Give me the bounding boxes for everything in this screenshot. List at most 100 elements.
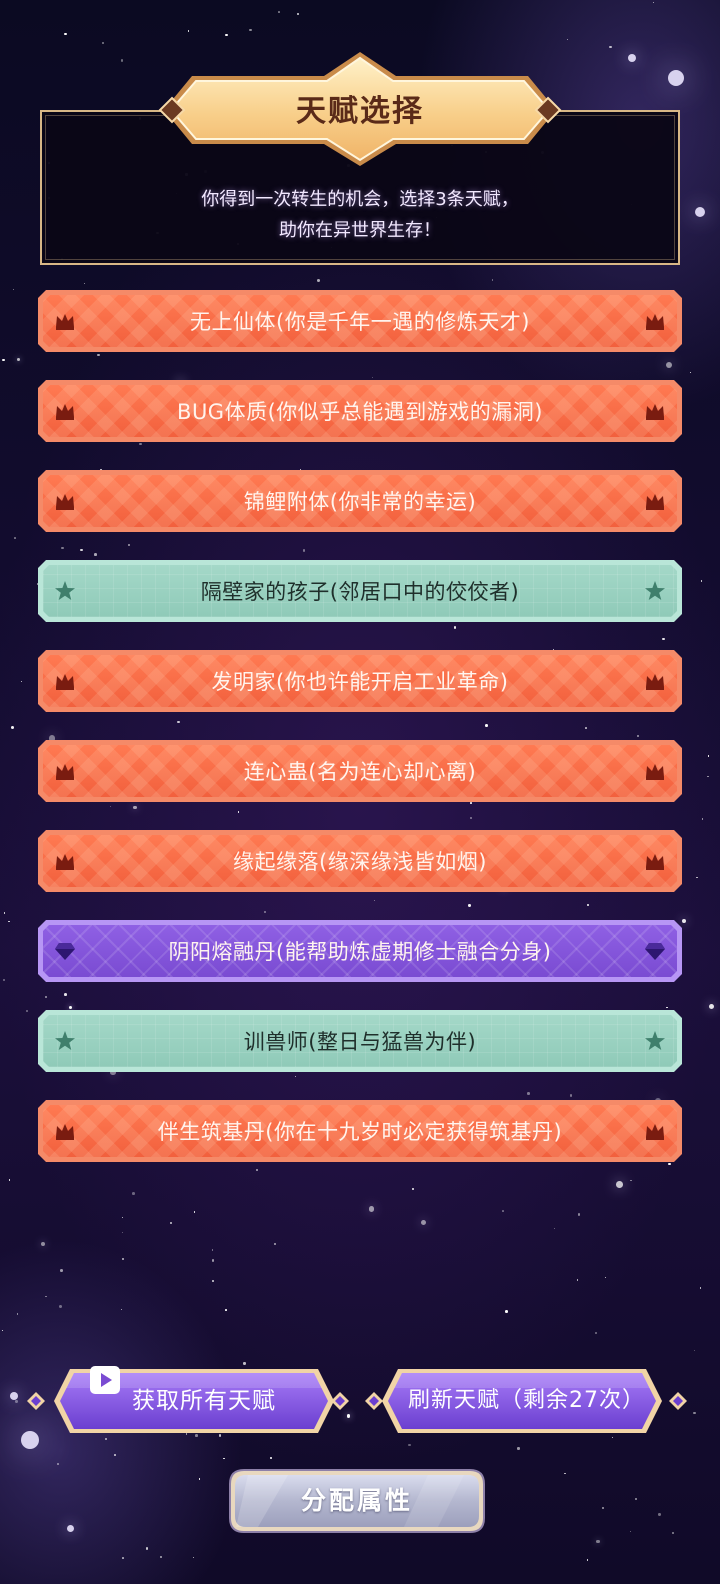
- star-dot: [408, 1443, 411, 1447]
- star-dot: [707, 775, 709, 777]
- glow-star: [695, 207, 705, 217]
- refresh-talents-button[interactable]: 刷新天赋（剩余27次）: [364, 1366, 694, 1436]
- star-dot: [564, 1472, 566, 1474]
- star-dot: [102, 41, 105, 45]
- talent-option[interactable]: 缘起缘落(缘深缘浅皆如烟): [38, 830, 682, 892]
- gem-icon: [644, 940, 666, 962]
- star-dot: [316, 279, 320, 283]
- talent-option[interactable]: BUG体质(你似乎总能遇到游戏的漏洞): [38, 380, 682, 442]
- star-dot: [199, 1478, 201, 1480]
- talent-option[interactable]: 无上仙体(你是千年一遇的修炼天才): [38, 290, 682, 352]
- star-dot: [120, 1308, 122, 1310]
- star-dot: [2, 1329, 4, 1332]
- talent-label: 连心蛊(名为连心却心离): [243, 760, 477, 784]
- star-dot: [594, 1332, 597, 1335]
- star-dot: [421, 1219, 427, 1225]
- star-dot: [702, 818, 704, 820]
- page-title: 天赋选择: [296, 94, 424, 129]
- star-dot: [225, 1309, 227, 1311]
- crown-icon: [644, 490, 666, 512]
- crown-icon: [644, 850, 666, 872]
- star-dot: [577, 1212, 581, 1216]
- star-dot: [57, 1463, 59, 1466]
- star-dot: [193, 1211, 195, 1213]
- star-dot: [708, 1003, 714, 1009]
- star-icon: [54, 1030, 76, 1052]
- star-dot: [576, 1279, 579, 1281]
- talent-option[interactable]: 发明家(你也许能开启工业革命): [38, 650, 682, 712]
- star-dot: [16, 358, 20, 362]
- star-dot: [681, 918, 687, 924]
- crown-icon: [54, 670, 76, 692]
- star-dot: [699, 1286, 702, 1289]
- talent-option[interactable]: 连心蛊(名为连心却心离): [38, 740, 682, 802]
- crown-icon: [54, 850, 76, 872]
- crown-icon: [644, 670, 666, 692]
- star-dot: [122, 1232, 124, 1234]
- talent-list: 无上仙体(你是千年一遇的修炼天才) BUG体质(你似乎总能遇到游戏的漏洞) 锦鲤附体…: [38, 290, 682, 1190]
- glow-star: [628, 54, 636, 62]
- star-dot: [193, 1556, 195, 1559]
- talent-option[interactable]: 锦鲤附体(你非常的幸运): [38, 470, 682, 532]
- star-dot: [114, 1454, 116, 1456]
- star-dot: [296, 13, 299, 16]
- star-dot: [612, 1436, 614, 1438]
- star-dot: [59, 1304, 63, 1308]
- intro-text: 你得到一次转生的机会，选择3条天赋， 助你在异世界生存！: [42, 184, 678, 246]
- star-dot: [41, 1241, 46, 1246]
- star-dot: [45, 1295, 47, 1297]
- talent-label: 无上仙体(你是千年一遇的修炼天才): [190, 310, 530, 334]
- intro-line-1: 你得到一次转生的机会，选择3条天赋，: [201, 189, 519, 210]
- crown-icon: [644, 1120, 666, 1142]
- intro-line-2: 助你在异世界生存！: [279, 220, 441, 241]
- star-dot: [64, 32, 67, 36]
- talent-option[interactable]: 伴生筑基丹(你在十九岁时必定获得筑基丹): [38, 1100, 682, 1162]
- star-dot: [2, 359, 5, 362]
- assign-attributes-button[interactable]: 分配属性: [228, 1468, 486, 1534]
- get-all-talents-button[interactable]: 获取所有天赋: [22, 1366, 352, 1436]
- talent-option[interactable]: 阴阳熔融丹(能帮助炼虚期修士融合分身): [38, 920, 682, 982]
- star-dot: [121, 1257, 125, 1261]
- star-dot: [492, 279, 494, 281]
- star-dot: [700, 580, 703, 582]
- play-video-icon: [90, 1366, 120, 1394]
- star-dot: [609, 45, 612, 49]
- crown-icon: [54, 400, 76, 422]
- talent-label: 锦鲤附体(你非常的幸运): [243, 490, 477, 514]
- crown-icon: [644, 760, 666, 782]
- talent-option[interactable]: 训兽师(整日与猛兽为伴): [38, 1010, 682, 1072]
- star-dot: [11, 726, 15, 730]
- star-dot: [14, 537, 16, 539]
- star-dot: [634, 1497, 638, 1501]
- star-dot: [707, 755, 710, 757]
- star-dot: [517, 1447, 520, 1450]
- talent-label: BUG体质(你似乎总能遇到游戏的漏洞): [177, 400, 543, 424]
- glow-star: [10, 1392, 18, 1400]
- talent-label: 发明家(你也许能开启工业革命): [211, 670, 509, 694]
- star-dot: [3, 912, 5, 914]
- star-dot: [2, 978, 5, 981]
- talent-option[interactable]: 隔壁家的孩子(邻居口中的佼佼者): [38, 560, 682, 622]
- star-dot: [501, 1209, 504, 1212]
- star-dot: [601, 1507, 604, 1510]
- crown-icon: [644, 310, 666, 332]
- star-dot: [8, 920, 11, 923]
- talent-label: 隔壁家的孩子(邻居口中的佼佼者): [200, 580, 520, 604]
- star-dot: [225, 34, 228, 37]
- star-dot: [132, 1192, 136, 1195]
- star-dot: [652, 1, 655, 4]
- star-dot: [270, 1457, 272, 1459]
- star-dot: [84, 283, 86, 285]
- star-dot: [672, 1532, 674, 1534]
- glow-star: [66, 1524, 74, 1532]
- get-all-label: 获取所有天赋: [132, 1388, 276, 1414]
- crown-icon: [54, 490, 76, 512]
- star-dot: [553, 1228, 555, 1230]
- star-dot: [15, 1400, 18, 1403]
- star-dot: [169, 1221, 172, 1224]
- star-dot: [122, 1216, 124, 1218]
- crown-icon: [54, 1120, 76, 1142]
- star-dot: [21, 681, 23, 683]
- talent-label: 训兽师(整日与猛兽为伴): [243, 1030, 477, 1054]
- glow-star: [668, 70, 684, 86]
